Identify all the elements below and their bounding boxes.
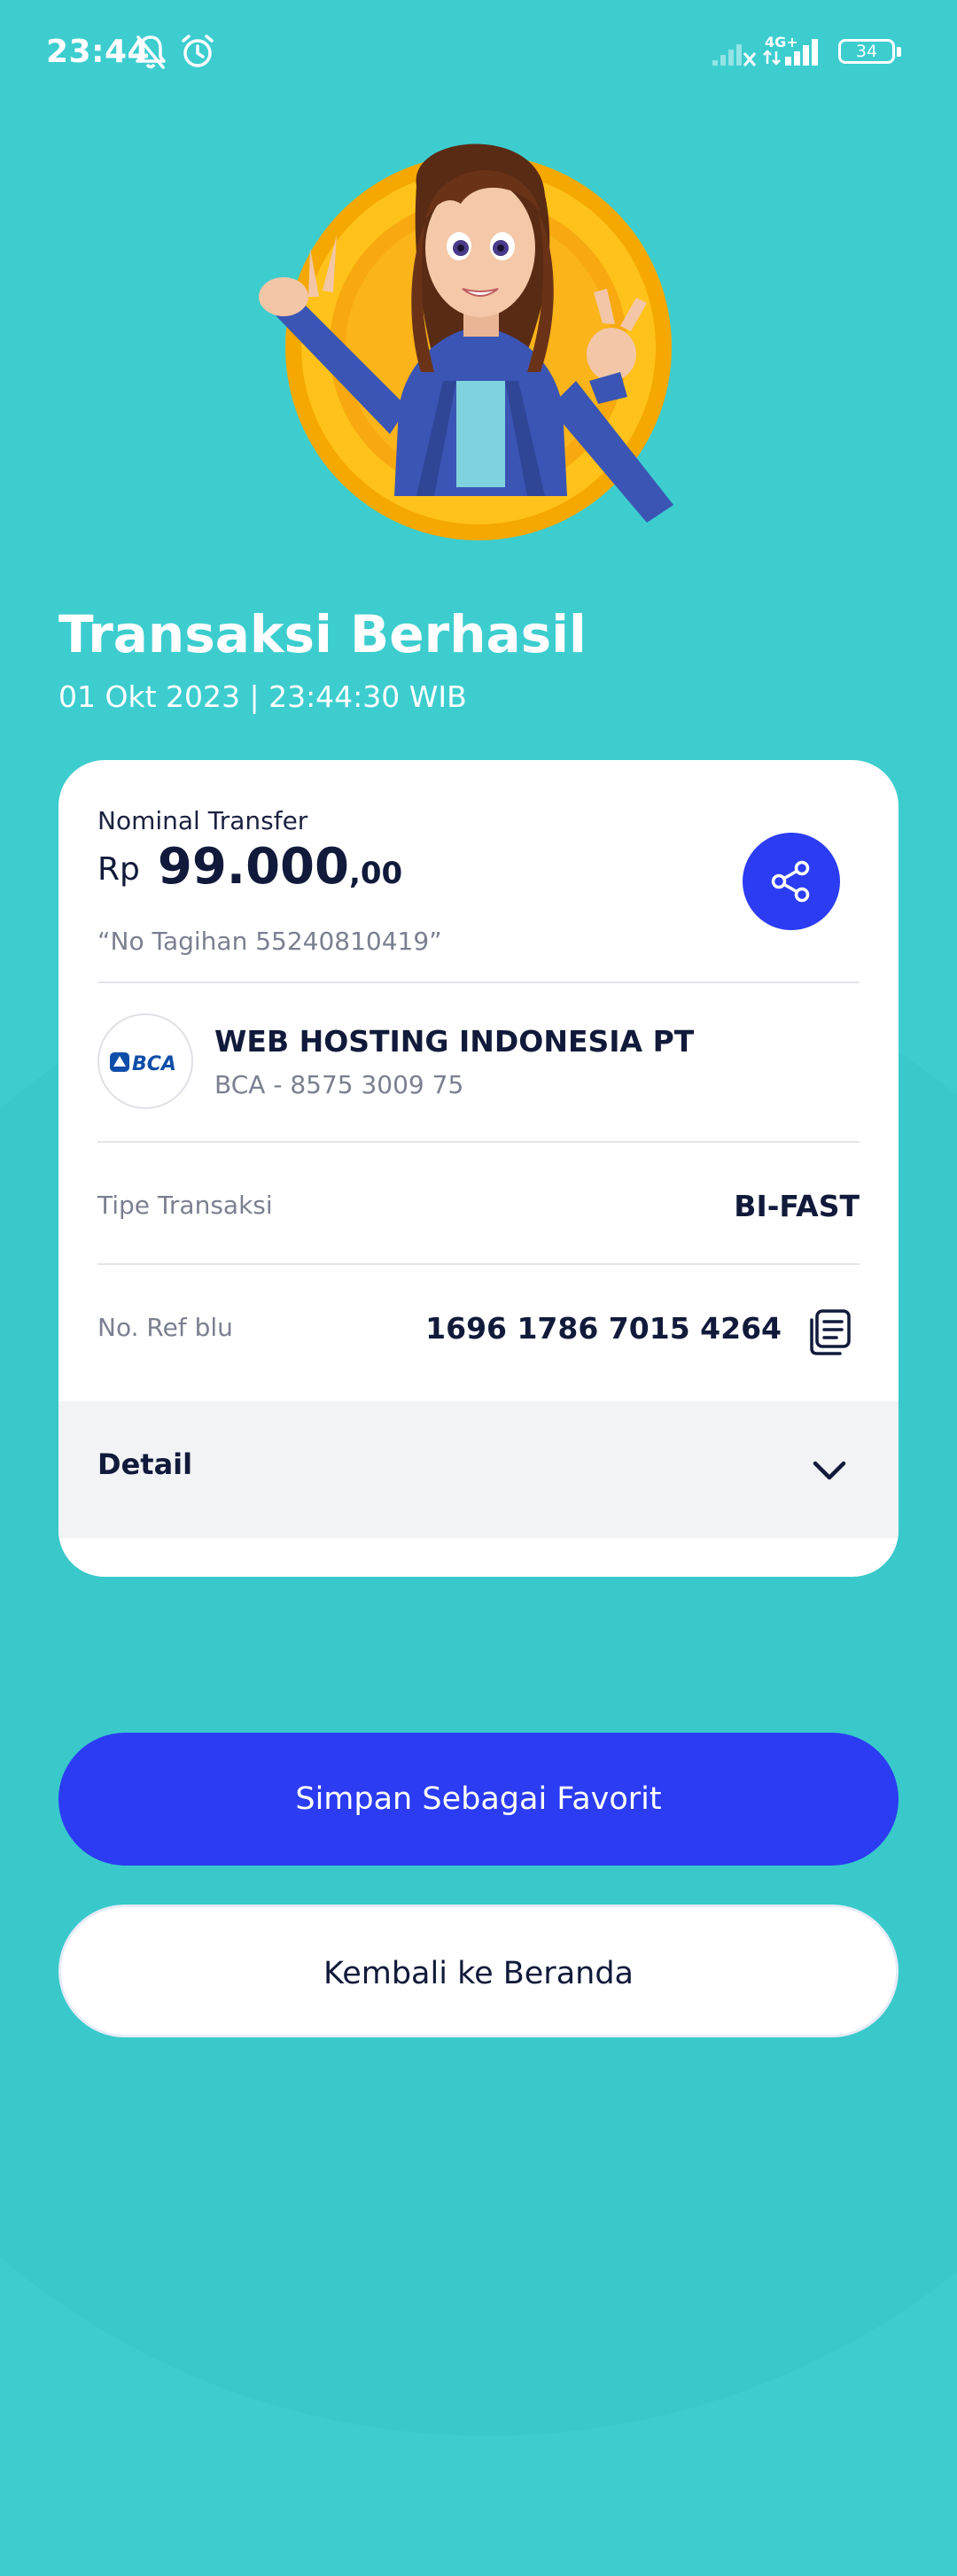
divider	[97, 982, 860, 983]
transaction-datetime: 01 Okt 2023 | 23:44:30 WIB	[58, 679, 467, 714]
share-icon	[771, 860, 810, 903]
ref-number-value: 1696 1786 7015 4264	[425, 1311, 782, 1346]
transaction-card: Nominal Transfer Rp 99.000,00 “No Tagihan…	[58, 760, 899, 1577]
hero-illustration	[257, 115, 700, 558]
battery-nub	[897, 47, 901, 57]
page-title: Transaksi Berhasil	[58, 604, 587, 664]
divider	[97, 1263, 860, 1265]
transfer-note: “No Tagihan 55240810419”	[97, 927, 442, 956]
status-bar: 23:44 4G+ 34	[0, 0, 957, 106]
copy-icon[interactable]	[805, 1307, 852, 1361]
alarm-clock-icon	[178, 32, 217, 74]
bank-logo: BCA	[97, 1013, 193, 1109]
amount-currency: Rp	[97, 851, 140, 888]
transaction-type-label: Tipe Transaksi	[97, 1191, 273, 1220]
battery-level: 34	[855, 42, 878, 61]
share-button[interactable]	[743, 833, 840, 930]
save-favorite-button[interactable]: Simpan Sebagai Favorit	[58, 1733, 899, 1866]
ref-number-label: No. Ref blu	[97, 1313, 233, 1342]
amount-value: 99.000	[157, 838, 349, 896]
back-home-button[interactable]: Kembali ke Beranda	[58, 1905, 899, 2037]
bank-logo-text: BCA	[132, 1053, 176, 1075]
divider	[97, 1141, 860, 1143]
recipient-name: WEB HOSTING INDONESIA PT	[214, 1024, 695, 1059]
amount-row: Rp 99.000,00	[97, 838, 402, 896]
chevron-down-icon	[810, 1451, 849, 1494]
battery-icon: 34	[838, 39, 895, 64]
mute-bell-icon	[133, 32, 168, 74]
recipient-account: BCA - 8575 3009 75	[214, 1070, 464, 1099]
detail-label: Detail	[97, 1447, 193, 1481]
detail-accordion[interactable]: Detail	[58, 1401, 899, 1538]
amount-cents: ,00	[348, 856, 403, 891]
transaction-type-value: BI-FAST	[734, 1189, 860, 1223]
signal-icon	[762, 32, 828, 71]
amount-label: Nominal Transfer	[97, 806, 308, 835]
signal-icon	[711, 37, 757, 71]
